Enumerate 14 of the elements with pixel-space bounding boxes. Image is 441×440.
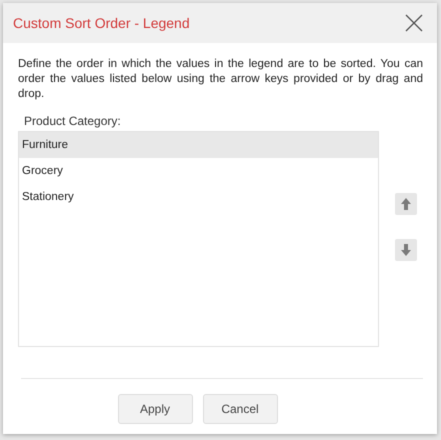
move-down-button[interactable] xyxy=(395,239,417,261)
list-label: Product Category: xyxy=(24,114,122,128)
list-item[interactable]: Furniture xyxy=(19,132,378,158)
apply-button[interactable]: Apply xyxy=(118,394,192,424)
close-button[interactable] xyxy=(405,14,423,32)
cancel-button[interactable]: Cancel xyxy=(202,394,278,424)
up-arrow-icon xyxy=(401,198,411,210)
close-icon xyxy=(405,14,423,32)
description-text: Define the order in which the values in the legend are to be sorted. You can order the values listed below using the arrow keys provided or by drag and drop. xyxy=(18,57,423,102)
down-arrow-icon xyxy=(401,244,411,256)
list-item[interactable]: Grocery xyxy=(19,158,378,184)
dialog-title: Custom Sort Order - Legend xyxy=(13,15,190,31)
list-item[interactable]: Stationery xyxy=(19,184,378,210)
move-up-button[interactable] xyxy=(395,193,417,215)
